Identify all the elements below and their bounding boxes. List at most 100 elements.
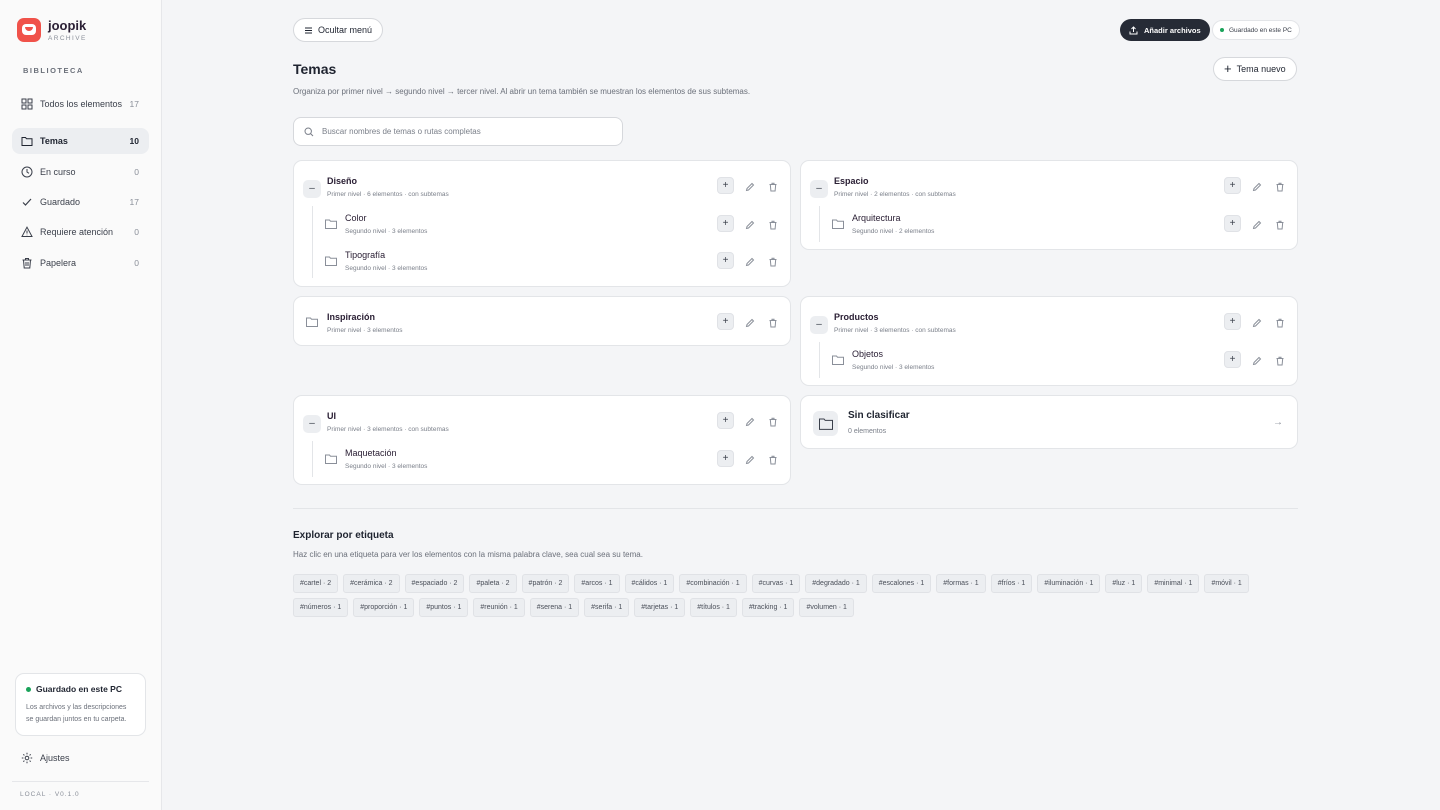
tag-chip[interactable]: #minimal · 1 (1147, 574, 1200, 593)
tag-chip[interactable]: #curvas · 1 (751, 574, 801, 593)
brand[interactable]: joopik ARCHIVE (17, 18, 87, 42)
tag-chip[interactable]: #paleta · 2 (469, 574, 517, 593)
trash-icon[interactable] (1275, 220, 1285, 230)
collapse-toggle[interactable]: – (303, 415, 321, 433)
tag-chip[interactable]: #cartel · 2 (293, 574, 339, 593)
tag-chip[interactable]: #degradado · 1 (805, 574, 867, 593)
pencil-icon[interactable] (745, 182, 755, 192)
add-subtopic-button[interactable]: + (1224, 313, 1241, 330)
add-subtopic-button[interactable]: + (717, 252, 734, 269)
pencil-icon[interactable] (745, 257, 755, 267)
tag-chip[interactable]: #arcos · 1 (574, 574, 620, 593)
add-subtopic-button[interactable]: + (717, 177, 734, 194)
subtopic-row[interactable]: Arquitectura Segundo nivel · 2 elementos… (801, 213, 1297, 245)
trash-icon[interactable] (1275, 182, 1285, 192)
tag-chip[interactable]: #combinación · 1 (679, 574, 747, 593)
add-subtopic-button[interactable]: + (1224, 351, 1241, 368)
trash-icon[interactable] (768, 257, 778, 267)
tag-chip[interactable]: #títulos · 1 (690, 598, 737, 617)
saved-status-pill: Guardado en este PC (1212, 20, 1300, 40)
section-divider (293, 508, 1298, 509)
sidebar-item-count: 10 (129, 136, 139, 146)
subtopic-meta: Segundo nivel · 3 elementos (345, 463, 428, 470)
subtopic-row[interactable]: Objetos Segundo nivel · 3 elementos + (801, 349, 1297, 381)
tag-chip[interactable]: #proporción · 1 (353, 598, 415, 617)
tag-chip[interactable]: #formas · 1 (936, 574, 986, 593)
topic-row[interactable]: – UI Primer nivel · 3 elementos · con su… (294, 411, 790, 443)
topic-row[interactable]: Inspiración Primer nivel · 3 elementos + (294, 312, 790, 344)
collapse-toggle[interactable]: – (810, 180, 828, 198)
add-files-button[interactable]: Añadir archivos (1120, 19, 1210, 41)
tag-chip[interactable]: #puntos · 1 (419, 598, 469, 617)
trash-icon[interactable] (768, 182, 778, 192)
pencil-icon[interactable] (745, 220, 755, 230)
sidebar-item-trash[interactable]: Papelera 0 (12, 250, 149, 276)
sidebar-item-saved[interactable]: Guardado 17 (12, 189, 149, 215)
plus-icon: + (1224, 61, 1232, 76)
tag-chip[interactable]: #números · 1 (293, 598, 349, 617)
tag-chip[interactable]: #luz · 1 (1105, 574, 1143, 593)
subtopic-row[interactable]: Color Segundo nivel · 3 elementos + (294, 213, 790, 245)
add-subtopic-button[interactable]: + (717, 215, 734, 232)
tag-chip[interactable]: #móvil · 1 (1204, 574, 1249, 593)
topic-row[interactable]: – Productos Primer nivel · 3 elementos ·… (801, 312, 1297, 344)
sidebar-item-attention[interactable]: Requiere atención 0 (12, 219, 149, 245)
tag-chip[interactable]: #serena · 1 (529, 598, 580, 617)
tag-chip[interactable]: #patrón · 2 (521, 574, 570, 593)
tag-chip[interactable]: #cerámica · 2 (343, 574, 400, 593)
topic-meta: Primer nivel · 3 elementos · con subtema… (834, 327, 956, 334)
tag-chip[interactable]: #volumen · 1 (799, 598, 854, 617)
trash-icon[interactable] (768, 318, 778, 328)
trash-icon (22, 258, 32, 269)
arrow-right-icon: → (1273, 417, 1283, 428)
pencil-icon[interactable] (745, 455, 755, 465)
subtopic-row[interactable]: Tipografía Segundo nivel · 3 elementos + (294, 250, 790, 282)
search-input[interactable] (322, 127, 612, 136)
settings-button[interactable]: Ajustes (21, 752, 70, 764)
topic-name: Espacio (834, 176, 869, 186)
subtopic-row[interactable]: Maquetación Segundo nivel · 3 elementos … (294, 448, 790, 480)
add-subtopic-button[interactable]: + (717, 450, 734, 467)
add-subtopic-button[interactable]: + (717, 313, 734, 330)
sidebar-item-topics[interactable]: Temas 10 (12, 128, 149, 154)
subtopic-name: Color (345, 213, 367, 223)
sidebar-item-count: 0 (134, 227, 139, 237)
add-subtopic-button[interactable]: + (1224, 177, 1241, 194)
pencil-icon[interactable] (1252, 220, 1262, 230)
collapse-toggle[interactable]: – (810, 316, 828, 334)
tag-chip[interactable]: #espaciado · 2 (404, 574, 465, 593)
trash-icon[interactable] (1275, 356, 1285, 366)
subtopic-name: Tipografía (345, 250, 386, 260)
search-box[interactable] (293, 117, 623, 146)
tag-chip[interactable]: #reunión · 1 (473, 598, 525, 617)
topic-card-productos: – Productos Primer nivel · 3 elementos ·… (800, 296, 1298, 386)
trash-icon[interactable] (1275, 318, 1285, 328)
add-subtopic-button[interactable]: + (717, 412, 734, 429)
pencil-icon[interactable] (745, 318, 755, 328)
sidebar-item-in-progress[interactable]: En curso 0 (12, 159, 149, 185)
pencil-icon[interactable] (745, 417, 755, 427)
sidebar-item-all[interactable]: Todos los elementos 17 (12, 90, 149, 118)
topic-row[interactable]: – Diseño Primer nivel · 6 elementos · co… (294, 176, 790, 208)
add-subtopic-button[interactable]: + (1224, 215, 1241, 232)
topic-card-espacio: – Espacio Primer nivel · 2 elementos · c… (800, 160, 1298, 250)
new-topic-button[interactable]: + Tema nuevo (1213, 57, 1297, 81)
topic-row[interactable]: – Espacio Primer nivel · 2 elementos · c… (801, 176, 1297, 208)
tag-chip[interactable]: #serifa · 1 (584, 598, 630, 617)
tag-chip[interactable]: #escalones · 1 (871, 574, 932, 593)
collapse-toggle[interactable]: – (303, 180, 321, 198)
tag-chip[interactable]: #tracking · 1 (741, 598, 795, 617)
tag-chip[interactable]: #fríos · 1 (990, 574, 1033, 593)
tag-chip[interactable]: #iluminación · 1 (1037, 574, 1101, 593)
tag-chip[interactable]: #tarjetas · 1 (634, 598, 686, 617)
pencil-icon[interactable] (1252, 318, 1262, 328)
hide-menu-button[interactable]: Ocultar menú (293, 18, 384, 42)
trash-icon[interactable] (768, 417, 778, 427)
tag-chip[interactable]: #cálidos · 1 (624, 574, 675, 593)
trash-icon[interactable] (768, 455, 778, 465)
topic-name: Productos (834, 312, 879, 322)
pencil-icon[interactable] (1252, 182, 1262, 192)
unclassified-card[interactable]: Sin clasificar 0 elementos → (800, 395, 1298, 449)
pencil-icon[interactable] (1252, 356, 1262, 366)
trash-icon[interactable] (768, 220, 778, 230)
